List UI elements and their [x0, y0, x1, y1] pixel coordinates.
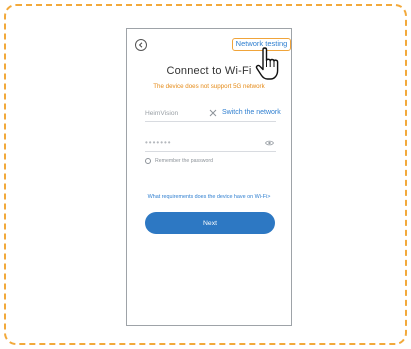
password-value: ••••••• — [145, 138, 172, 147]
phone-screen: Network testing Connect to Wi-Fi The dev… — [126, 28, 292, 326]
next-button[interactable]: Next — [145, 212, 275, 234]
page-title: Connect to Wi-Fi — [166, 65, 252, 77]
switch-network-link[interactable]: Switch the network — [222, 109, 281, 116]
eye-icon[interactable] — [265, 140, 274, 146]
remember-password-option[interactable]: Remember the password — [145, 157, 213, 165]
pointing-hand-icon — [255, 47, 279, 80]
5g-warning-text: The device does not support 5G network — [153, 83, 265, 90]
wifi-ssid-field[interactable]: HeimVision Switch the network — [145, 108, 281, 122]
clear-icon[interactable] — [209, 109, 217, 117]
back-button[interactable] — [135, 39, 147, 51]
back-arrow-icon — [138, 42, 143, 48]
wifi-ssid-value: HeimVision — [145, 110, 179, 117]
password-field[interactable]: ••••••• — [145, 138, 276, 152]
wifi-requirements-link[interactable]: What requirements does the device have o… — [127, 194, 291, 200]
remember-password-label: Remember the password — [155, 158, 213, 164]
remember-password-radio[interactable] — [145, 158, 151, 164]
